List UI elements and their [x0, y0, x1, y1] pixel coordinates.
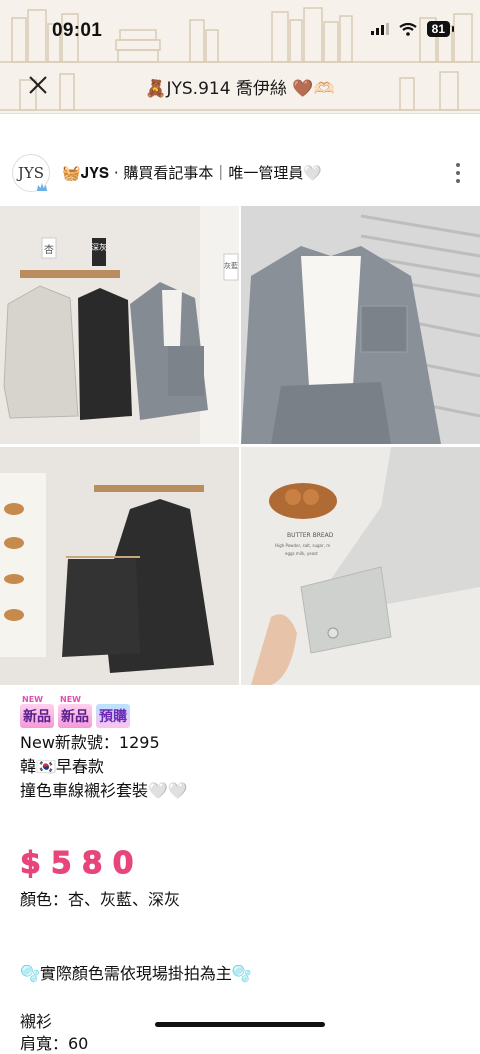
cellular-signal-icon: [370, 23, 389, 35]
avatar-text: JYS: [17, 164, 45, 182]
description-line: 撞色車線襯衫套裝🤍🤍: [20, 781, 188, 800]
photo-2[interactable]: [241, 206, 480, 444]
tag-row: NEW 新品 NEW 新品 預購: [20, 694, 460, 728]
new-tag-2: NEW 新品: [58, 695, 92, 728]
photo-grid: 杏 深灰 灰藍 BUTTER BREAD High Powder, salt, …: [0, 206, 480, 685]
photo-2-image: [241, 206, 480, 444]
author-name[interactable]: 🧺𝐉𝐘𝐒 · 購買看記事本｜唯一管理員🤍: [62, 162, 322, 183]
preorder-tag: 預購: [96, 704, 130, 728]
status-icons: 81: [370, 21, 455, 37]
battery-indicator: 81: [426, 21, 455, 37]
new-mini-label-2: NEW: [60, 695, 81, 704]
measurement-line: 肩寬：60: [20, 1034, 89, 1053]
origin-line: 韓🇰🇷早春款: [20, 757, 104, 776]
colors-line: 顏色：杏、灰藍、深灰: [20, 890, 181, 909]
poster-title: BUTTER BREAD: [287, 532, 334, 539]
photo-label-dark-gray: 深灰: [91, 242, 107, 252]
home-indicator[interactable]: [155, 1022, 325, 1027]
new-mini-label: NEW: [22, 695, 43, 704]
new-tag: NEW 新品: [20, 695, 54, 728]
new-tag-label-2: 新品: [61, 709, 89, 725]
price: $580: [20, 846, 144, 882]
photo-3[interactable]: [0, 447, 239, 685]
poster-line-1: High Powder, salt, sugar, m: [275, 543, 330, 548]
photo-label-gray-blue: 灰藍: [224, 261, 238, 270]
more-options-button[interactable]: [452, 160, 464, 186]
item-line: 襯衫: [20, 1012, 53, 1031]
crown-icon: [37, 183, 47, 191]
style-number: New新款號：1295: [20, 733, 160, 752]
photo-3-image: [0, 447, 239, 685]
more-vertical-icon: [456, 163, 460, 183]
photo-1-image: 杏 深灰 灰藍: [0, 206, 239, 444]
photo-label-almond: 杏: [44, 243, 54, 256]
poster-line-2: eggs milk, yeast: [285, 551, 318, 556]
post-header: JYS 🧺𝐉𝐘𝐒 · 購買看記事本｜唯一管理員🤍: [0, 148, 480, 200]
photo-4[interactable]: BUTTER BREAD High Powder, salt, sugar, m…: [241, 447, 480, 685]
new-tag-label: 新品: [23, 709, 51, 725]
page-title: 🧸JYS.914 喬伊絲 🤎🫶🏻: [145, 79, 335, 99]
note-line: 🫧實際顏色需依現場掛拍為主🫧: [20, 964, 252, 983]
status-time: 09:01: [52, 20, 103, 41]
photo-1[interactable]: 杏 深灰 灰藍: [0, 206, 239, 444]
photo-4-image: BUTTER BREAD High Powder, salt, sugar, m…: [241, 447, 480, 685]
post-content: NEW 新品 NEW 新品 預購 New新款號：1295 韓🇰🇷早春款 撞色車線襯衫…: [20, 694, 460, 802]
app-header: 09:01 81 🧸JYS.914 喬伊絲 🤎🫶🏻: [0, 0, 480, 114]
wifi-icon: [398, 22, 417, 36]
